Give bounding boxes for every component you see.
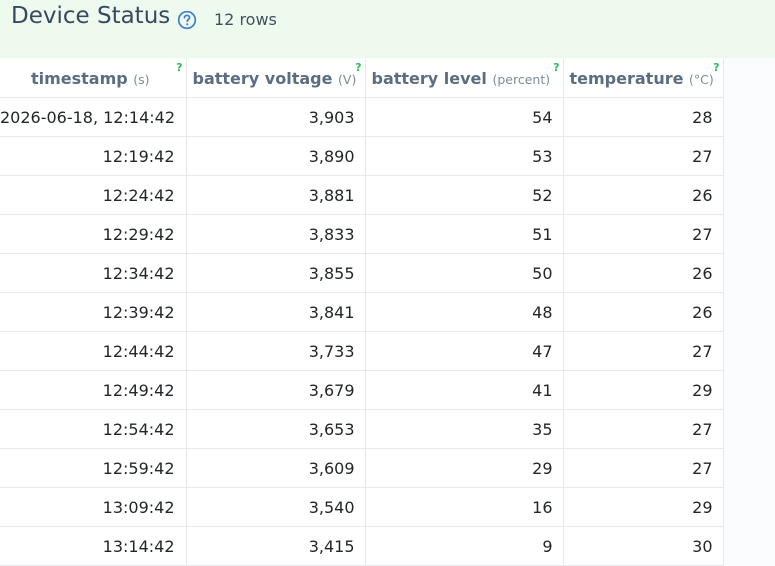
cell-battery-voltage: 3,540 — [186, 487, 366, 527]
table-row[interactable]: 12:59:42 3,609 29 27 — [0, 448, 724, 488]
table-row[interactable]: 12:49:42 3,679 41 29 — [0, 370, 724, 410]
cell-battery-voltage: 3,653 — [186, 409, 366, 449]
cell-battery-level: 54 — [365, 97, 564, 137]
cell-battery-level: 9 — [365, 526, 564, 566]
cell-temperature: 28 — [563, 97, 724, 137]
column-unit: (percent) — [492, 71, 551, 87]
table-row[interactable]: 12:19:42 3,890 53 27 — [0, 136, 724, 176]
cell-temperature: 27 — [563, 448, 724, 488]
cell-temperature: 26 — [563, 292, 724, 332]
column-name: temperature — [569, 68, 684, 88]
cell-battery-voltage: 3,903 — [186, 97, 366, 137]
cell-timestamp: 13:09:42 — [0, 487, 187, 527]
table-row[interactable]: 12:44:42 3,733 47 27 — [0, 331, 724, 371]
table-row[interactable]: 12:29:42 3,833 51 27 — [0, 214, 724, 254]
cell-timestamp: 12:34:42 — [0, 253, 187, 293]
cell-battery-level: 41 — [365, 370, 564, 410]
column-help-icon[interactable]: ? — [713, 61, 719, 74]
table-header-row: timestamp (s) ? battery voltage (V) ? ba… — [0, 59, 724, 98]
cell-battery-level: 47 — [365, 331, 564, 371]
cell-battery-voltage: 3,609 — [186, 448, 366, 488]
cell-timestamp: 12:59:42 — [0, 448, 187, 488]
cell-battery-voltage: 3,881 — [186, 175, 366, 215]
page-header: Device Status 12 rows — [0, 0, 775, 58]
cell-temperature: 29 — [563, 487, 724, 527]
cell-battery-level: 29 — [365, 448, 564, 488]
cell-temperature: 30 — [563, 526, 724, 566]
table-row[interactable]: 13:09:42 3,540 16 29 — [0, 487, 724, 527]
cell-timestamp: 2026-06-18, 12:14:42 — [0, 97, 187, 137]
column-help-icon[interactable]: ? — [553, 61, 559, 74]
column-header-timestamp[interactable]: timestamp (s) ? — [0, 59, 187, 98]
column-header-battery-voltage[interactable]: battery voltage (V) ? — [186, 59, 366, 98]
column-unit: (V) — [338, 71, 357, 87]
column-unit: (s) — [133, 71, 150, 87]
cell-timestamp: 12:39:42 — [0, 292, 187, 332]
device-status-table: timestamp (s) ? battery voltage (V) ? ba… — [0, 59, 724, 566]
page-title: Device Status — [11, 3, 171, 29]
cell-temperature: 27 — [563, 409, 724, 449]
table-row[interactable]: 12:54:42 3,653 35 27 — [0, 409, 724, 449]
cell-battery-voltage: 3,679 — [186, 370, 366, 410]
cell-battery-level: 50 — [365, 253, 564, 293]
question-circle-icon[interactable] — [177, 10, 197, 30]
cell-battery-level: 52 — [365, 175, 564, 215]
cell-battery-voltage: 3,833 — [186, 214, 366, 254]
data-table-container: timestamp (s) ? battery voltage (V) ? ba… — [0, 59, 724, 566]
cell-temperature: 27 — [563, 331, 724, 371]
cell-battery-voltage: 3,890 — [186, 136, 366, 176]
column-header-battery-level[interactable]: battery level (percent) ? — [365, 59, 564, 98]
cell-battery-level: 48 — [365, 292, 564, 332]
column-help-icon[interactable]: ? — [355, 61, 361, 74]
column-header-temperature[interactable]: temperature (°C) ? — [563, 59, 724, 98]
column-name: timestamp — [30, 68, 128, 88]
table-row[interactable]: 12:39:42 3,841 48 26 — [0, 292, 724, 332]
cell-battery-level: 35 — [365, 409, 564, 449]
cell-timestamp: 12:29:42 — [0, 214, 187, 254]
cell-battery-voltage: 3,841 — [186, 292, 366, 332]
column-unit: (°C) — [689, 71, 714, 87]
column-name: battery level — [371, 68, 487, 88]
cell-timestamp: 13:14:42 — [0, 526, 187, 566]
table-body: 2026-06-18, 12:14:42 3,903 54 28 12:19:42 3,8… — [0, 97, 724, 566]
column-name: battery voltage — [192, 68, 333, 88]
cell-timestamp: 12:24:42 — [0, 175, 187, 215]
table-row[interactable]: 12:24:42 3,881 52 26 — [0, 175, 724, 215]
cell-temperature: 27 — [563, 214, 724, 254]
cell-battery-level: 53 — [365, 136, 564, 176]
row-count-label: 12 rows — [214, 10, 277, 29]
cell-temperature: 29 — [563, 370, 724, 410]
cell-battery-level: 51 — [365, 214, 564, 254]
table-row[interactable]: 13:14:42 3,415 9 30 — [0, 526, 724, 566]
cell-battery-voltage: 3,733 — [186, 331, 366, 371]
cell-temperature: 27 — [563, 136, 724, 176]
cell-timestamp: 12:49:42 — [0, 370, 187, 410]
cell-timestamp: 12:44:42 — [0, 331, 187, 371]
table-row[interactable]: 2026-06-18, 12:14:42 3,903 54 28 — [0, 97, 724, 137]
cell-battery-level: 16 — [365, 487, 564, 527]
cell-timestamp: 12:54:42 — [0, 409, 187, 449]
cell-timestamp: 12:19:42 — [0, 136, 187, 176]
column-help-icon[interactable]: ? — [176, 61, 182, 74]
cell-battery-voltage: 3,855 — [186, 253, 366, 293]
cell-temperature: 26 — [563, 175, 724, 215]
cell-temperature: 26 — [563, 253, 724, 293]
cell-battery-voltage: 3,415 — [186, 526, 366, 566]
table-row[interactable]: 12:34:42 3,855 50 26 — [0, 253, 724, 293]
